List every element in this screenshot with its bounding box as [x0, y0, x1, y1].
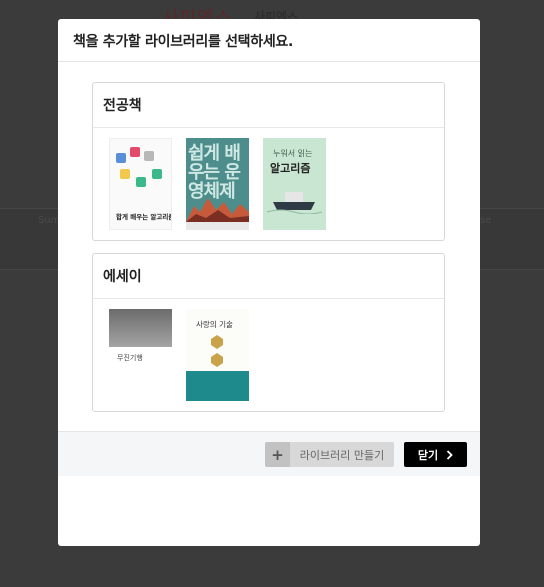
library-name: 에세이: [103, 269, 142, 285]
plus-icon: +: [265, 442, 290, 467]
cube-icon: [152, 169, 162, 179]
book-cover[interactable]: 쉽게 배우는 운영체제: [186, 138, 249, 230]
book-cover[interactable]: 누워서 읽는 알고리즘: [263, 138, 326, 230]
chevron-right-icon: [446, 449, 453, 460]
cube-icon: [130, 147, 140, 157]
fog-photo: [109, 309, 172, 347]
cube-icon: [144, 151, 154, 161]
boat-illustration: [267, 192, 322, 214]
cube-icon: [136, 177, 146, 187]
library-card-major[interactable]: 전공책 합게 배우는 알고리즘 쉽게 배우는 운영체제 누워서 읽는 알고리즘: [92, 82, 445, 241]
book-cover-subtitle: 누워서 읽는: [273, 149, 313, 158]
book-cover[interactable]: 합게 배우는 알고리즘: [109, 138, 172, 230]
modal-header: 책을 추가할 라이브러리를 선택하세요.: [58, 19, 480, 62]
background-band-right-text: se: [480, 215, 492, 226]
modal-footer: + 라이브러리 만들기 닫기: [58, 431, 480, 476]
book-cover-title: 무진기행: [117, 354, 143, 362]
close-label: 닫기: [417, 448, 439, 462]
library-book-list: 무진기행 사랑의 기술: [93, 299, 444, 411]
hexagon-illustration: [211, 335, 223, 367]
book-cover[interactable]: 무진기행: [109, 309, 172, 401]
close-button[interactable]: 닫기: [404, 442, 467, 467]
book-cover[interactable]: 사랑의 기술: [186, 309, 249, 401]
book-cover-title: 사랑의 기술: [196, 320, 233, 329]
create-library-label: 라이브러리 만들기: [299, 448, 385, 462]
mountain-illustration: [186, 198, 249, 222]
create-library-button[interactable]: + 라이브러리 만들기: [265, 442, 394, 467]
library-card-essay[interactable]: 에세이 무진기행 사랑의 기술: [92, 253, 445, 412]
library-name: 전공책: [103, 98, 142, 114]
modal-title: 책을 추가할 라이브러리를 선택하세요.: [73, 34, 294, 50]
cube-icon: [116, 153, 126, 163]
book-cover-title: 알고리즘: [270, 162, 311, 175]
modal-body: 전공책 합게 배우는 알고리즘 쉽게 배우는 운영체제 누워서 읽는 알고리즘 …: [58, 62, 480, 431]
library-header: 전공책: [93, 83, 444, 128]
library-book-list: 합게 배우는 알고리즘 쉽게 배우는 운영체제 누워서 읽는 알고리즘: [93, 128, 444, 240]
book-cover-title: 합게 배우는 알고리즘: [116, 213, 172, 221]
book-cover-band: [186, 371, 249, 401]
book-cover-footer: [186, 222, 249, 230]
add-to-library-modal: 책을 추가할 라이브러리를 선택하세요. 전공책 합게 배우는 알고리즘 쉽게 …: [58, 19, 480, 546]
library-header: 에세이: [93, 254, 444, 299]
cube-icon: [120, 169, 130, 179]
